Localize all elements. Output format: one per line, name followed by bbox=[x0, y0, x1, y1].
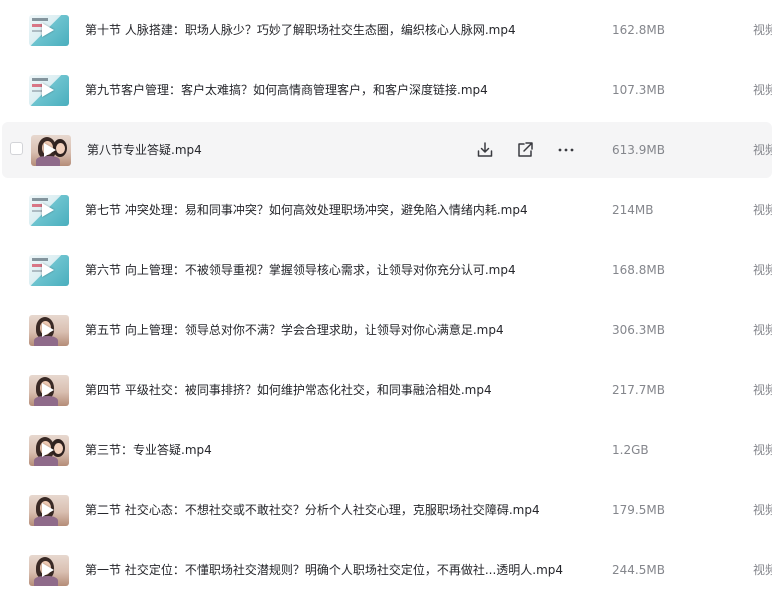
video-thumbnail[interactable] bbox=[29, 15, 69, 46]
play-icon bbox=[44, 143, 56, 157]
play-icon bbox=[42, 563, 54, 577]
play-icon bbox=[42, 323, 54, 337]
file-name[interactable]: 第十节 人脉搭建：职场人脉少？巧妙了解职场社交生态圈，编织核心人脉网.mp4 bbox=[85, 2, 516, 58]
file-type: 视频 bbox=[753, 83, 772, 97]
file-type: 视频 bbox=[753, 23, 772, 37]
video-thumbnail[interactable] bbox=[31, 135, 71, 166]
file-name[interactable]: 第二节 社交心态：不想社交或不敢社交？分析个人社交心理，克服职场社交障碍.mp4 bbox=[85, 482, 540, 538]
file-size: 217.7MB bbox=[612, 383, 665, 397]
file-name[interactable]: 第四节 平级社交：被同事排挤？如何维护常态化社交，和同事融洽相处.mp4 bbox=[85, 362, 492, 418]
file-row[interactable]: 第四节 平级社交：被同事排挤？如何维护常态化社交，和同事融洽相处.mp4 217… bbox=[0, 362, 772, 418]
file-name[interactable]: 第六节 向上管理：不被领导重视？掌握领导核心需求，让领导对你充分认可.mp4 bbox=[85, 242, 516, 298]
play-icon bbox=[42, 443, 54, 457]
file-size: 1.2GB bbox=[612, 443, 649, 457]
file-size: 214MB bbox=[612, 203, 654, 217]
download-icon[interactable] bbox=[475, 140, 495, 160]
more-icon[interactable] bbox=[556, 140, 576, 160]
file-row[interactable]: 第三节：专业答疑.mp4 1.2GB 视频 bbox=[0, 422, 772, 478]
file-type: 视频 bbox=[753, 323, 772, 337]
file-name[interactable]: 第三节：专业答疑.mp4 bbox=[85, 422, 212, 478]
play-icon bbox=[42, 263, 54, 277]
share-icon[interactable] bbox=[515, 140, 535, 160]
video-thumbnail[interactable] bbox=[29, 255, 69, 286]
file-name[interactable]: 第七节 冲突处理：易和同事冲突？如何高效处理职场冲突，避免陷入情绪内耗.mp4 bbox=[85, 182, 528, 238]
file-row[interactable]: 第七节 冲突处理：易和同事冲突？如何高效处理职场冲突，避免陷入情绪内耗.mp4 … bbox=[0, 182, 772, 238]
file-name[interactable]: 第九节客户管理：客户太难搞？如何高情商管理客户，和客户深度链接.mp4 bbox=[85, 62, 488, 118]
file-size: 168.8MB bbox=[612, 263, 665, 277]
video-thumbnail[interactable] bbox=[29, 195, 69, 226]
video-thumbnail[interactable] bbox=[29, 375, 69, 406]
play-icon bbox=[42, 23, 54, 37]
file-row[interactable]: 第九节客户管理：客户太难搞？如何高情商管理客户，和客户深度链接.mp4 107.… bbox=[0, 62, 772, 118]
file-type: 视频 bbox=[753, 263, 772, 277]
file-list: 第十节 人脉搭建：职场人脉少？巧妙了解职场社交生态圈，编织核心人脉网.mp4 1… bbox=[0, 0, 772, 592]
play-icon bbox=[42, 383, 54, 397]
file-type: 视频 bbox=[753, 503, 772, 517]
file-name[interactable]: 第八节专业答疑.mp4 bbox=[87, 122, 202, 178]
file-name[interactable]: 第一节 社交定位：不懂职场社交潜规则？明确个人职场社交定位，不再做社...透明人… bbox=[85, 542, 563, 598]
file-type: 视频 bbox=[753, 203, 772, 217]
file-type: 视频 bbox=[753, 563, 772, 577]
file-type: 视频 bbox=[753, 143, 772, 157]
file-row[interactable]: 第五节 向上管理：领导总对你不满？学会合理求助，让领导对你心满意足.mp4 30… bbox=[0, 302, 772, 358]
play-icon bbox=[42, 83, 54, 97]
video-thumbnail[interactable] bbox=[29, 315, 69, 346]
file-size: 162.8MB bbox=[612, 23, 665, 37]
file-size: 179.5MB bbox=[612, 503, 665, 517]
file-type: 视频 bbox=[753, 383, 772, 397]
video-thumbnail[interactable] bbox=[29, 555, 69, 586]
file-row[interactable]: 第六节 向上管理：不被领导重视？掌握领导核心需求，让领导对你充分认可.mp4 1… bbox=[0, 242, 772, 298]
play-icon bbox=[42, 503, 54, 517]
file-size: 613.9MB bbox=[612, 143, 665, 157]
file-row[interactable]: 第二节 社交心态：不想社交或不敢社交？分析个人社交心理，克服职场社交障碍.mp4… bbox=[0, 482, 772, 538]
file-row[interactable]: 第十节 人脉搭建：职场人脉少？巧妙了解职场社交生态圈，编织核心人脉网.mp4 1… bbox=[0, 2, 772, 58]
file-size: 107.3MB bbox=[612, 83, 665, 97]
file-size: 306.3MB bbox=[612, 323, 665, 337]
file-name[interactable]: 第五节 向上管理：领导总对你不满？学会合理求助，让领导对你心满意足.mp4 bbox=[85, 302, 504, 358]
file-type: 视频 bbox=[753, 443, 772, 457]
video-thumbnail[interactable] bbox=[29, 435, 69, 466]
file-row-hovered[interactable]: 第八节专业答疑.mp4 613.9MB 视频 bbox=[2, 122, 772, 178]
file-size: 244.5MB bbox=[612, 563, 665, 577]
video-thumbnail[interactable] bbox=[29, 75, 69, 106]
row-checkbox[interactable] bbox=[10, 142, 23, 155]
file-row[interactable]: 第一节 社交定位：不懂职场社交潜规则？明确个人职场社交定位，不再做社...透明人… bbox=[0, 542, 772, 598]
play-icon bbox=[42, 203, 54, 217]
video-thumbnail[interactable] bbox=[29, 495, 69, 526]
